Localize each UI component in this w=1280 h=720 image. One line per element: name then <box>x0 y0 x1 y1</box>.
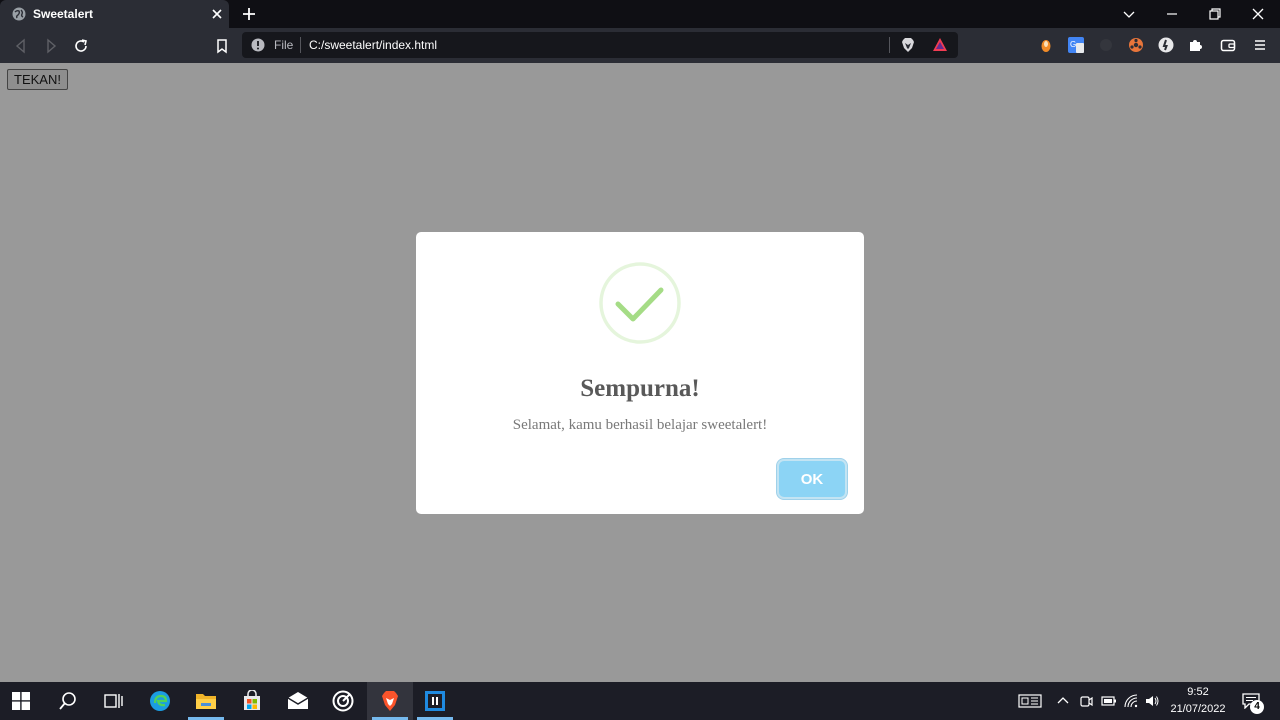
success-check-icon <box>599 262 681 344</box>
show-hidden-icons-chevron-icon[interactable] <box>1056 694 1070 708</box>
back-icon[interactable] <box>13 38 29 54</box>
forward-icon[interactable] <box>43 38 59 54</box>
scheme-label: File <box>274 38 294 52</box>
task-view-icon[interactable] <box>103 691 123 711</box>
search-icon[interactable] <box>58 691 78 711</box>
brave-shields-icon[interactable] <box>900 37 916 53</box>
file-explorer-icon[interactable] <box>195 691 217 711</box>
meet-now-icon[interactable] <box>1079 694 1093 708</box>
extension-dark-icon[interactable] <box>1098 37 1114 53</box>
notification-count-badge: 4 <box>1250 700 1264 714</box>
omnibox-divider <box>300 37 301 53</box>
wallet-icon[interactable] <box>1220 37 1236 53</box>
close-window-icon[interactable] <box>1251 7 1265 21</box>
edge-icon[interactable] <box>149 690 171 712</box>
page-overlay: TEKAN! Sempurna! Selamat, kamu berhasil … <box>0 63 1280 682</box>
wifi-icon[interactable] <box>1124 694 1138 708</box>
omnibox-divider <box>889 37 890 53</box>
ok-button[interactable]: OK <box>779 461 845 497</box>
alert-title: Sempurna! <box>580 375 700 402</box>
clock-time[interactable]: 9:52 <box>1170 686 1226 698</box>
bookmark-icon[interactable] <box>214 38 230 54</box>
tab-title: Sweetalert <box>33 7 94 21</box>
svg-text:G: G <box>1070 40 1076 49</box>
battery-icon[interactable] <box>1101 694 1117 708</box>
code-editor-icon[interactable] <box>424 690 446 712</box>
sweetalert-modal: Sempurna! Selamat, kamu berhasil belajar… <box>416 232 864 514</box>
browser-toolbar: File C:/sweetalert/index.html G <box>0 28 1280 63</box>
close-tab-icon[interactable] <box>211 8 223 20</box>
volume-icon[interactable] <box>1145 694 1159 708</box>
windows-taskbar <box>0 682 1280 720</box>
brave-browser-icon[interactable] <box>380 690 400 712</box>
minimize-icon[interactable] <box>1165 7 1179 21</box>
brave-rewards-icon[interactable] <box>932 37 948 53</box>
new-tab-icon[interactable] <box>242 7 256 21</box>
url-text[interactable]: C:/sweetalert/index.html <box>309 38 437 52</box>
address-bar[interactable]: File C:/sweetalert/index.html <box>242 32 958 58</box>
extension-pinwheel-icon[interactable] <box>1128 37 1144 53</box>
clock-date[interactable]: 21/07/2022 <box>1166 703 1230 715</box>
tab-sweetalert[interactable]: Sweetalert <box>0 0 229 28</box>
mail-icon[interactable] <box>287 691 309 711</box>
reload-icon[interactable] <box>73 38 89 54</box>
restore-icon[interactable] <box>1208 7 1222 21</box>
menu-icon[interactable] <box>1252 37 1268 53</box>
extensions-puzzle-icon[interactable] <box>1188 37 1204 53</box>
microsoft-store-icon[interactable] <box>241 690 263 712</box>
info-icon[interactable] <box>251 38 265 52</box>
alert-text: Selamat, kamu berhasil belajar sweetaler… <box>512 417 768 433</box>
news-widget-icon[interactable] <box>1018 694 1042 708</box>
tab-search-chevron-icon[interactable] <box>1122 7 1136 21</box>
google-translate-icon[interactable]: G <box>1068 37 1084 53</box>
tab-strip: Sweetalert <box>0 0 1280 28</box>
windows-start-icon[interactable] <box>12 692 30 710</box>
extension-orange-icon[interactable] <box>1038 37 1054 53</box>
media-app-icon[interactable] <box>332 690 354 712</box>
tekan-button[interactable]: TEKAN! <box>7 69 68 90</box>
extension-circle-icon[interactable] <box>1158 37 1174 53</box>
globe-icon <box>12 7 26 21</box>
